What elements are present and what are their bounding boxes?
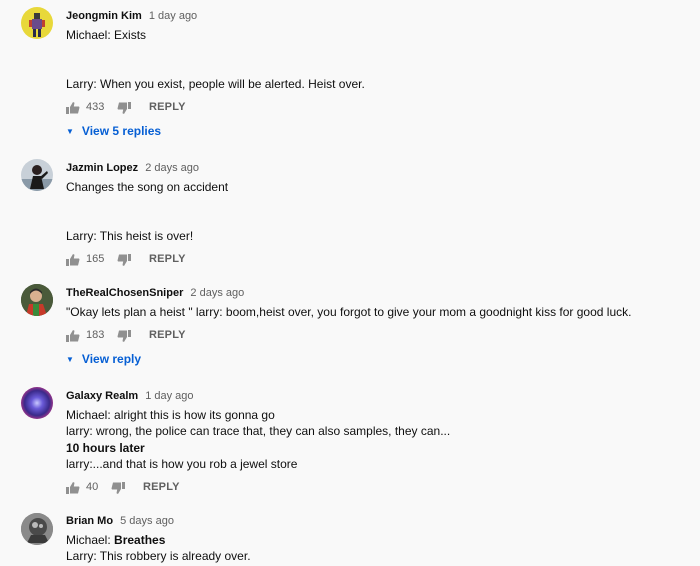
comment-text: Michael: alright this is how its gonna g…	[66, 408, 275, 422]
comment-text: Larry: This heist is over!	[66, 229, 194, 243]
avatar[interactable]	[21, 7, 53, 39]
comment-text: Michael: Breathes	[66, 533, 165, 547]
avatar[interactable]	[21, 284, 53, 316]
avatar[interactable]	[21, 387, 53, 419]
comment-text: 10 hours later	[66, 441, 145, 455]
comment-timestamp[interactable]: 1 day ago	[149, 10, 197, 22]
like-count: 165	[86, 253, 105, 265]
thumbs-up-icon[interactable]	[66, 330, 80, 345]
caret-down-icon: ▼	[66, 355, 74, 364]
comment-timestamp[interactable]: 2 days ago	[190, 287, 244, 299]
thumbs-down-icon[interactable]	[117, 330, 131, 345]
comment-text: Larry: When you exist, people will be al…	[66, 77, 365, 91]
thumbs-up-icon[interactable]	[66, 254, 80, 269]
avatar[interactable]	[21, 159, 53, 191]
view-replies-label: View reply	[81, 352, 142, 366]
thumbs-up-icon[interactable]	[66, 102, 80, 117]
comment-text: Larry: This robbery is already over.	[66, 549, 251, 563]
thumbs-down-icon[interactable]	[111, 482, 125, 497]
reply-button[interactable]: REPLY	[149, 329, 186, 341]
comment-author[interactable]: Galaxy Realm	[66, 390, 138, 402]
reply-button[interactable]: REPLY	[149, 101, 186, 113]
comment-text-part: Michael:	[66, 533, 115, 547]
comment-timestamp[interactable]: 5 days ago	[120, 515, 174, 527]
comment-author[interactable]: Brian Mo	[66, 515, 113, 527]
comment-author[interactable]: Jeongmin Kim	[66, 10, 142, 22]
comment-timestamp[interactable]: 2 days ago	[145, 162, 199, 174]
comment-timestamp[interactable]: 1 day ago	[145, 390, 193, 402]
like-count: 183	[86, 329, 105, 341]
thumbs-down-icon[interactable]	[117, 254, 131, 269]
view-replies-label: View 5 replies	[81, 124, 162, 138]
reply-button[interactable]: REPLY	[143, 481, 180, 493]
comment-author[interactable]: Jazmin Lopez	[66, 162, 138, 174]
thumbs-up-icon[interactable]	[66, 482, 80, 497]
caret-down-icon: ▼	[66, 127, 74, 136]
reply-button[interactable]: REPLY	[149, 253, 186, 265]
view-replies-button[interactable]: ▼ View 5 replies	[66, 124, 161, 138]
avatar[interactable]	[21, 513, 53, 545]
comment-text: Michael: Exists	[66, 28, 147, 42]
comment-text: "Okay lets plan a heist " larry: boom,he…	[66, 305, 632, 319]
thumbs-down-icon[interactable]	[117, 102, 131, 117]
view-replies-button[interactable]: ▼ View reply	[66, 352, 141, 366]
comment-text: larry:...and that is how you rob a jewel…	[66, 457, 298, 471]
comment-text-bold: Breathes	[114, 533, 166, 547]
like-count: 433	[86, 101, 105, 113]
comment-text: Changes the song on accident	[66, 180, 229, 194]
like-count: 40	[86, 481, 99, 493]
comment-text: larry: wrong, the police can trace that,…	[66, 424, 451, 438]
comment-author[interactable]: TheRealChosenSniper	[66, 287, 183, 299]
